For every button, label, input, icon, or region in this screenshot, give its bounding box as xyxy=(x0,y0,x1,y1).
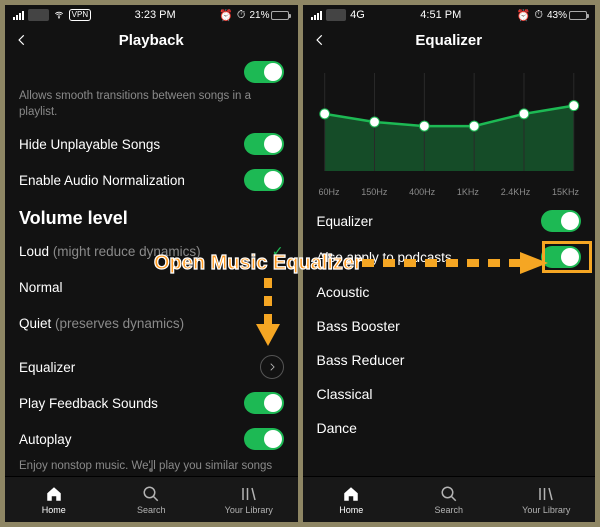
carrier-hidden: ---- xyxy=(28,9,49,21)
bottom-nav: Home Search Your Library xyxy=(5,476,298,522)
automix-row[interactable] xyxy=(19,57,284,87)
back-button[interactable] xyxy=(309,29,331,51)
nav-library-label: Your Library xyxy=(522,505,570,515)
nav-home-label: Home xyxy=(42,505,66,515)
carrier-hidden: ---- xyxy=(326,9,347,21)
battery-icon xyxy=(569,11,587,20)
audio-norm-row[interactable]: Enable Audio Normalization xyxy=(19,162,284,198)
nav-search-label: Search xyxy=(137,505,166,515)
nav-library[interactable]: Your Library xyxy=(498,477,596,522)
eq-tick-label: 150Hz xyxy=(361,187,387,197)
volume-loud-row[interactable]: Loud (might reduce dynamics) ✓ xyxy=(19,233,284,269)
hide-unplayable-toggle[interactable] xyxy=(244,133,284,155)
audio-norm-label: Enable Audio Normalization xyxy=(19,173,185,188)
nav-library[interactable]: Your Library xyxy=(200,477,298,522)
volume-normal-row[interactable]: Normal xyxy=(19,269,284,305)
bottom-nav: Home Search Your Library xyxy=(303,476,596,522)
feedback-toggle[interactable] xyxy=(244,392,284,414)
automix-toggle[interactable] xyxy=(244,61,284,83)
page-indicator xyxy=(149,468,153,472)
audio-norm-toggle[interactable] xyxy=(244,169,284,191)
volume-quiet-note: (preserves dynamics) xyxy=(55,316,184,331)
volume-normal-label: Normal xyxy=(19,280,63,295)
eq-tick-label: 2.4KHz xyxy=(501,187,531,197)
autoplay-hint: Enjoy nonstop music. We'll play you simi… xyxy=(19,457,284,476)
wifi-icon xyxy=(53,10,65,20)
status-bar: ---- VPN 3:23 PM ⏰ ⏱ 21% xyxy=(5,5,298,23)
battery-pct: 21% xyxy=(249,10,269,21)
feedback-label: Play Feedback Sounds xyxy=(19,396,158,411)
volume-quiet-label: Quiet xyxy=(19,316,51,331)
volume-level-section: Volume level xyxy=(19,198,284,233)
podcasts-toggle[interactable] xyxy=(541,246,581,268)
feedback-row[interactable]: Play Feedback Sounds xyxy=(19,385,284,421)
alarm-icon: ⏰ xyxy=(517,9,531,22)
eq-xaxis: 60Hz 150Hz 400Hz 1KHz 2.4KHz 15KHz xyxy=(317,187,582,203)
autoplay-toggle[interactable] xyxy=(244,428,284,450)
nav-search[interactable]: Search xyxy=(400,477,498,522)
podcasts-row[interactable]: Also apply to podcasts xyxy=(317,239,582,275)
screen-header: Playback xyxy=(5,23,298,57)
alarm2-icon: ⏱ xyxy=(237,9,246,22)
alarm2-icon: ⏱ xyxy=(534,9,543,22)
status-bar: ---- 4G 4:51 PM ⏰ ⏱ 43% xyxy=(303,5,596,23)
eq-tick-label: 400Hz xyxy=(409,187,435,197)
nav-search[interactable]: Search xyxy=(103,477,201,522)
nav-home-label: Home xyxy=(339,505,363,515)
status-time: 3:23 PM xyxy=(135,9,176,21)
chevron-right-icon[interactable] xyxy=(260,355,284,379)
podcasts-label: Also apply to podcasts xyxy=(317,250,452,265)
page-title: Equalizer xyxy=(415,32,482,49)
equalizer-toggle-row[interactable]: Equalizer xyxy=(317,203,582,239)
eq-tick-label: 15KHz xyxy=(552,187,579,197)
equalizer-screen: ---- 4G 4:51 PM ⏰ ⏱ 43% Equalizer xyxy=(303,5,596,522)
eq-tick-label: 60Hz xyxy=(319,187,340,197)
equalizer-label: Equalizer xyxy=(19,360,75,375)
eq-preset-acoustic[interactable]: Acoustic xyxy=(317,275,582,309)
network-label: 4G xyxy=(350,9,365,21)
eq-preset-bass-reducer[interactable]: Bass Reducer xyxy=(317,343,582,377)
eq-preset-dance[interactable]: Dance xyxy=(317,411,582,445)
equalizer-toggle[interactable] xyxy=(541,210,581,232)
eq-preset-classical[interactable]: Classical xyxy=(317,377,582,411)
equalizer-toggle-label: Equalizer xyxy=(317,214,373,229)
playback-screen: ---- VPN 3:23 PM ⏰ ⏱ 21% xyxy=(5,5,298,522)
autoplay-row[interactable]: Autoplay xyxy=(19,421,284,457)
alarm-icon: ⏰ xyxy=(219,9,233,22)
check-icon: ✓ xyxy=(272,243,284,260)
signal-icon xyxy=(13,11,24,20)
back-button[interactable] xyxy=(11,29,33,51)
nav-home[interactable]: Home xyxy=(303,477,401,522)
nav-home[interactable]: Home xyxy=(5,477,103,522)
vpn-badge: VPN xyxy=(69,9,91,21)
status-time: 4:51 PM xyxy=(420,9,461,21)
nav-library-label: Your Library xyxy=(225,505,273,515)
page-title: Playback xyxy=(119,32,184,49)
automix-hint: Allows smooth transitions between songs … xyxy=(19,87,284,126)
signal-icon xyxy=(311,11,322,20)
volume-loud-label: Loud xyxy=(19,244,49,259)
volume-quiet-row[interactable]: Quiet (preserves dynamics) xyxy=(19,305,284,341)
equalizer-chart[interactable] xyxy=(313,61,586,183)
nav-search-label: Search xyxy=(434,505,463,515)
hide-unplayable-label: Hide Unplayable Songs xyxy=(19,137,160,152)
eq-preset-bass-booster[interactable]: Bass Booster xyxy=(317,309,582,343)
eq-tick-label: 1KHz xyxy=(457,187,479,197)
battery-pct: 43% xyxy=(547,10,567,21)
hide-unplayable-row[interactable]: Hide Unplayable Songs xyxy=(19,126,284,162)
battery-icon xyxy=(271,11,289,20)
screen-header: Equalizer xyxy=(303,23,596,57)
equalizer-row[interactable]: Equalizer xyxy=(19,349,284,385)
volume-loud-note: (might reduce dynamics) xyxy=(53,244,201,259)
autoplay-label: Autoplay xyxy=(19,432,72,447)
